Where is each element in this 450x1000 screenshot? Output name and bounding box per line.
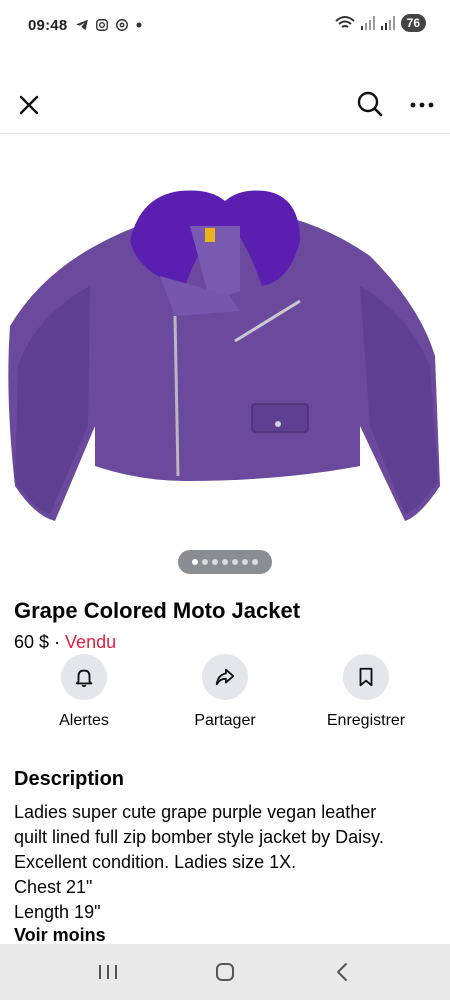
system-nav-bar (0, 944, 450, 1000)
threads-icon (116, 19, 129, 31)
share-label: Partager (194, 712, 256, 729)
jacket-illustration (8, 190, 440, 521)
sold-status: Vendu (65, 632, 117, 652)
description-line: quilt lined full zip bomber style jacket… (14, 827, 384, 847)
search-button[interactable] (354, 88, 386, 120)
price-line: 60 $ · Vendu (14, 632, 116, 653)
signal-icon (360, 16, 375, 30)
price: 60 $ (14, 632, 50, 652)
share-button[interactable]: Partager (165, 654, 285, 730)
back-button[interactable] (322, 952, 362, 992)
back-icon (336, 963, 347, 981)
save-label: Enregistrer (326, 712, 406, 729)
wifi-icon (334, 16, 355, 28)
close-button[interactable] (14, 90, 44, 120)
product-image[interactable] (0, 136, 450, 576)
home-icon (215, 963, 234, 981)
save-button[interactable]: Enregistrer (306, 654, 426, 730)
price-separator: · (49, 632, 66, 652)
status-bar: 09:48 76 (0, 0, 450, 50)
description-body: Ladies super cute grape purple vegan lea… (14, 800, 434, 925)
status-time: 09:48 (28, 16, 68, 34)
carousel-dot (252, 559, 258, 565)
status-right: 76 (334, 14, 426, 32)
image-carousel-indicator[interactable] (178, 550, 272, 574)
description-line: Excellent condition. Ladies size 1X. (14, 852, 297, 872)
share-circle[interactable] (202, 654, 248, 700)
carousel-dot (222, 559, 228, 565)
alerts-button[interactable]: Alertes (24, 654, 144, 730)
action-buttons: Alertes Partager Enregistrer (0, 654, 450, 734)
share-icon (215, 668, 235, 686)
description-line: Length 19" (14, 902, 101, 922)
listing-title: Grape Colored Moto Jacket (14, 598, 301, 623)
carousel-dot (212, 559, 218, 565)
alerts-circle[interactable] (61, 654, 107, 700)
carousel-dot (192, 559, 198, 565)
close-icon (19, 95, 39, 115)
carousel-dot (232, 559, 238, 565)
instagram-icon (96, 19, 109, 31)
see-less-link[interactable]: Voir moins (14, 925, 106, 946)
description-heading: Description (14, 768, 125, 790)
top-bar (0, 76, 450, 134)
dot-icon (136, 22, 142, 28)
bookmark-icon (359, 667, 373, 687)
signal-icon (380, 16, 395, 30)
more-icon (410, 102, 434, 108)
description-line: Chest 21" (14, 877, 93, 897)
carousel-dot (202, 559, 208, 565)
recents-button[interactable] (88, 952, 128, 992)
telegram-icon (76, 19, 89, 31)
bell-icon (75, 669, 93, 688)
recents-icon (99, 965, 118, 979)
status-notification-icons (75, 18, 143, 32)
search-icon (357, 91, 383, 117)
description-line: Ladies super cute grape purple vegan lea… (14, 802, 377, 822)
home-button[interactable] (205, 952, 245, 992)
more-options-button[interactable] (406, 90, 438, 120)
carousel-dot (242, 559, 248, 565)
save-circle[interactable] (343, 654, 389, 700)
alerts-label: Alertes (59, 712, 109, 729)
battery-level: 76 (400, 14, 426, 32)
